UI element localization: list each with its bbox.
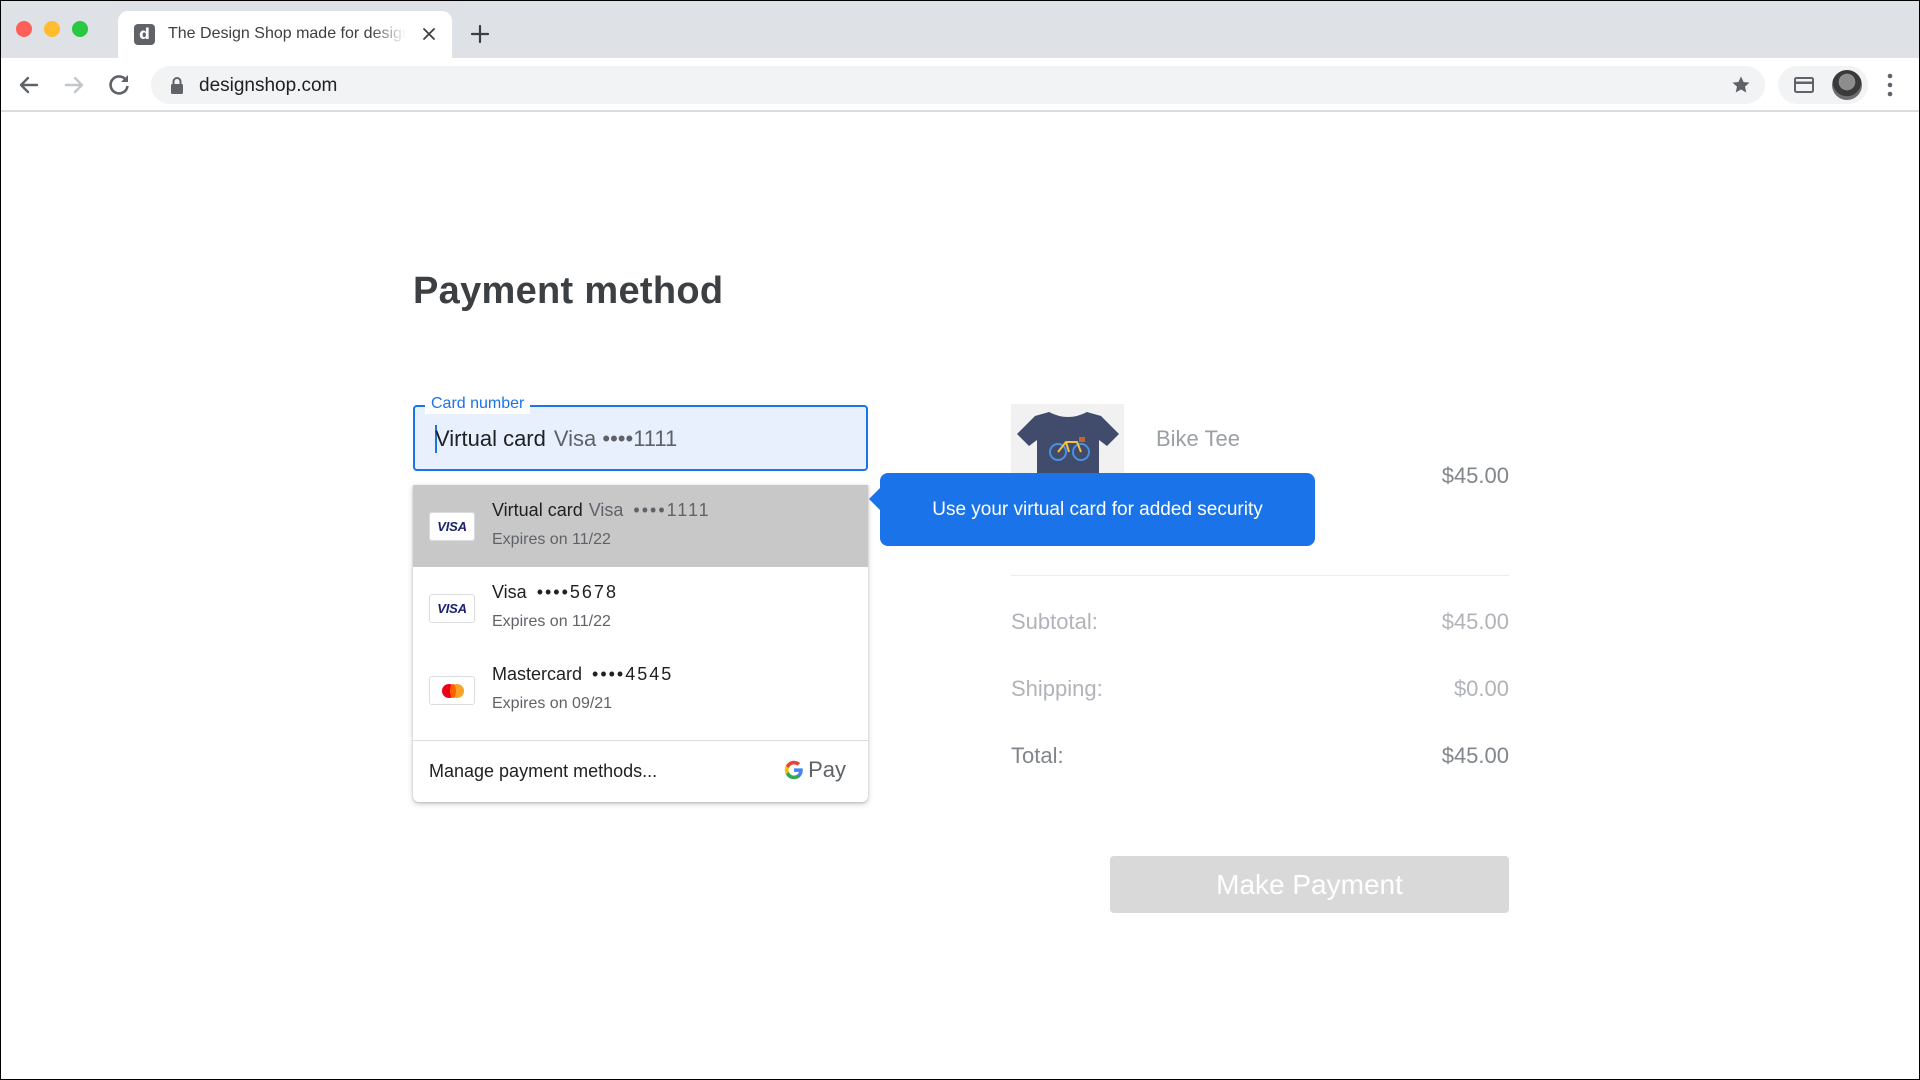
dropdown-footer: Manage payment methods... Pay xyxy=(413,740,868,802)
card-number-label: Card number xyxy=(425,394,531,414)
page-title: Payment method xyxy=(413,270,724,312)
total-label: Total: xyxy=(1011,743,1064,768)
card-name: Mastercard xyxy=(492,664,583,684)
bookmark-star-icon[interactable] xyxy=(1731,75,1751,95)
card-expiry: Expires on 11/22 xyxy=(492,531,611,548)
virtual-card-tooltip: Use your virtual card for added security xyxy=(869,473,1315,546)
back-arrow-icon[interactable] xyxy=(15,71,43,99)
product-price: $45.00 xyxy=(1441,463,1509,488)
subtotal-label: Subtotal: xyxy=(1011,609,1098,634)
shipping-row: Shipping: $0.00 xyxy=(1011,676,1509,706)
card-expiry: Expires on 11/22 xyxy=(492,613,611,630)
browser-toolbar: designshop.com xyxy=(1,58,1919,112)
card-masked-number: ••••4545 xyxy=(592,664,674,684)
more-menu-icon[interactable] xyxy=(1882,72,1898,98)
manage-payment-methods-link[interactable]: Manage payment methods... xyxy=(429,761,657,782)
dropdown-item-mastercard-4545[interactable]: Mastercard ••••4545 Expires on 09/21 xyxy=(413,649,868,731)
card-number-field[interactable]: Card number Virtual card Visa ••••1111 xyxy=(413,394,868,471)
shipping-value: $0.00 xyxy=(1453,676,1509,701)
close-tab-icon[interactable] xyxy=(418,23,440,45)
site-favicon-icon: d xyxy=(134,24,155,45)
address-bar[interactable]: designshop.com xyxy=(151,66,1765,104)
card-network: Visa xyxy=(588,500,624,520)
t-shirt-image xyxy=(1017,412,1119,484)
total-row: Total: $45.00 xyxy=(1011,743,1509,773)
autofill-dropdown: VISA Virtual card Visa ••••1111 Expires on… xyxy=(413,485,868,802)
dropdown-item-visa-5678[interactable]: VISA Visa ••••5678 Expires on 11/22 xyxy=(413,567,868,649)
subtotal-value: $45.00 xyxy=(1441,609,1509,634)
checkout-page: Payment method Card number Virtual card V… xyxy=(1,114,1919,1079)
tab-title: The Design Shop made for designers xyxy=(168,25,406,42)
total-value: $45.00 xyxy=(1441,743,1509,768)
tab-design-shop[interactable]: d The Design Shop made for designers xyxy=(118,11,452,58)
payment-card-icon[interactable] xyxy=(1794,77,1814,93)
google-pay-logo: Pay xyxy=(783,755,846,785)
visa-logo-icon: VISA xyxy=(429,512,475,541)
maximize-window-button[interactable] xyxy=(72,21,88,37)
product-image xyxy=(1011,404,1124,484)
profile-area xyxy=(1778,66,1868,104)
product-name: Bike Tee xyxy=(1156,426,1240,451)
forward-arrow-icon[interactable] xyxy=(60,71,88,99)
subtotal-row: Subtotal: $45.00 xyxy=(1011,609,1509,639)
card-number-value: Virtual card Visa ••••1111 xyxy=(435,426,677,452)
card-name: Visa xyxy=(492,582,527,602)
profile-avatar[interactable] xyxy=(1832,70,1862,100)
url-text: designshop.com xyxy=(199,75,338,96)
make-payment-button[interactable]: Make Payment xyxy=(1110,856,1509,913)
new-tab-icon[interactable] xyxy=(469,23,491,45)
mastercard-overlap xyxy=(450,684,456,698)
card-masked-number: ••••1111 xyxy=(633,500,711,520)
card-title: Virtual card Visa ••••1111 xyxy=(492,500,711,521)
close-window-button[interactable] xyxy=(16,21,32,37)
reload-icon[interactable] xyxy=(105,71,133,99)
shipping-label: Shipping: xyxy=(1011,676,1103,701)
card-title: Mastercard ••••4545 xyxy=(492,664,673,685)
card-title: Visa ••••5678 xyxy=(492,582,618,603)
card-name: Virtual card xyxy=(492,500,583,520)
card-masked-number: ••••5678 xyxy=(536,582,618,602)
browser-window: d The Design Shop made for designers de xyxy=(1,1,1919,1079)
order-divider xyxy=(1011,575,1509,576)
google-g-icon xyxy=(784,760,803,780)
dropdown-item-virtual-card[interactable]: VISA Virtual card Visa ••••1111 Expires on… xyxy=(413,485,868,567)
tooltip-text: Use your virtual card for added security xyxy=(932,499,1263,520)
visa-logo-text: VISA xyxy=(437,601,467,616)
tab-strip: d The Design Shop made for designers xyxy=(1,1,1919,58)
visa-logo-text: VISA xyxy=(437,519,467,534)
card-value-primary: Virtual card xyxy=(435,426,546,451)
lock-icon xyxy=(171,77,183,94)
google-pay-text: Pay xyxy=(808,757,846,782)
card-value-secondary: Visa ••••1111 xyxy=(553,426,678,451)
mastercard-logo-icon xyxy=(429,676,475,705)
card-expiry: Expires on 09/21 xyxy=(492,695,613,712)
visa-logo-icon: VISA xyxy=(429,594,475,623)
minimize-window-button[interactable] xyxy=(44,21,60,37)
